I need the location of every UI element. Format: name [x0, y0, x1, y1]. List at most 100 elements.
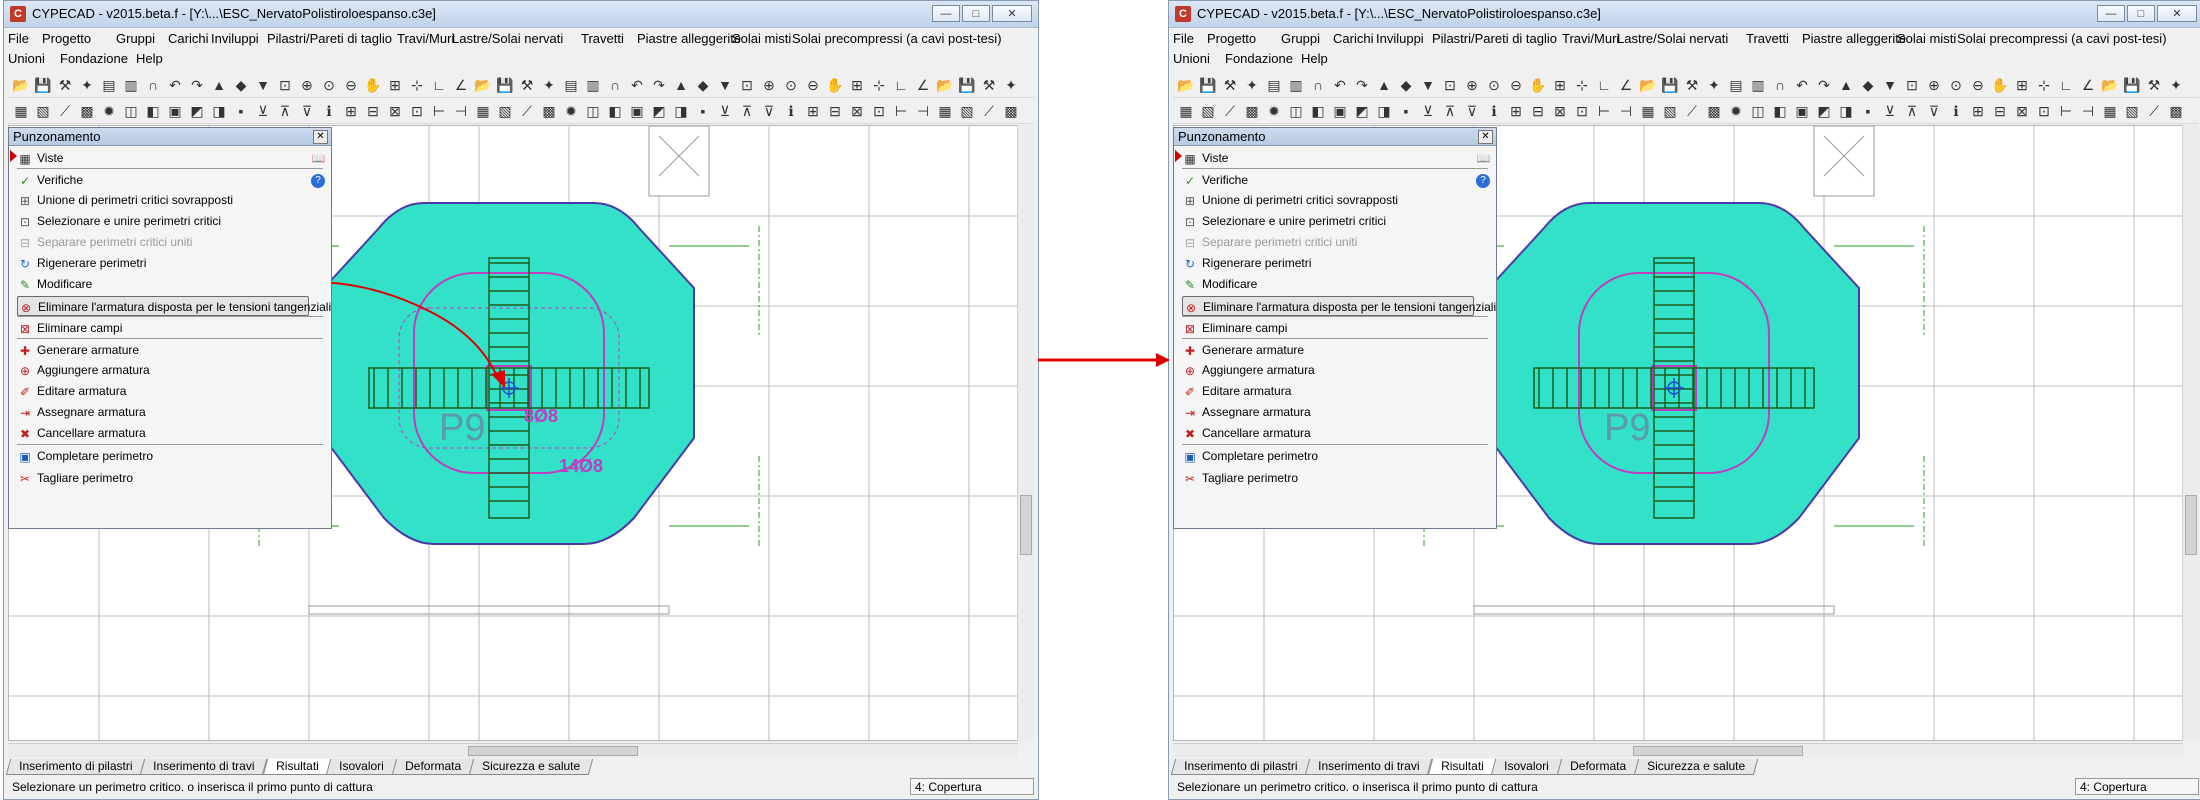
toolbar-1-button-icon[interactable]: ↶	[166, 76, 184, 94]
toolbar-2-button-icon[interactable]: ⊞	[1969, 102, 1987, 120]
toolbar-2-button-icon[interactable]: ⊞	[342, 102, 360, 120]
toolbar-2-button-icon[interactable]: ⊼	[1903, 102, 1921, 120]
tab-2[interactable]: Risultati	[262, 759, 332, 775]
toolbar-2-button-icon[interactable]: ⟋	[980, 102, 998, 120]
panel-item-3[interactable]: ⊡ Selezionare e unire perimetri critici	[17, 211, 317, 231]
toolbar-1-button-icon[interactable]: ▲	[1375, 76, 1393, 94]
minimize-button[interactable]: —	[932, 5, 960, 22]
toolbar-1-button-icon[interactable]: ✦	[540, 76, 558, 94]
panel-item-4[interactable]: ⊟ Separare perimetri critici uniti	[1182, 232, 1482, 252]
panel-item-8[interactable]: ⊠ Eliminare campi	[17, 318, 317, 338]
toolbar-2-button-icon[interactable]: ⟋	[1683, 102, 1701, 120]
toolbar-2-button-icon[interactable]: ◫	[1749, 102, 1767, 120]
menu-item-row2-2[interactable]: Help	[136, 51, 163, 66]
menu-item-row2-1[interactable]: Fondazione	[1225, 51, 1293, 66]
menu-item-11[interactable]: Solai precompressi (a cavi post-tesi)	[792, 31, 1002, 46]
toolbar-1-button-icon[interactable]: ▼	[1881, 76, 1899, 94]
toolbar-2-button-icon[interactable]: ◩	[188, 102, 206, 120]
toolbar-2-button-icon[interactable]: ▪	[694, 102, 712, 120]
title-bar[interactable]: C CYPECAD - v2015.beta.f - [Y:\...\ESC_N…	[4, 1, 1038, 28]
toolbar-1-button-icon[interactable]: ∩	[1771, 76, 1789, 94]
close-button[interactable]: ✕	[992, 5, 1032, 22]
toolbar-2-button-icon[interactable]: ◫	[122, 102, 140, 120]
tab-3[interactable]: Isovalori	[326, 759, 398, 775]
toolbar-2-button-icon[interactable]: ⊡	[2035, 102, 2053, 120]
toolbar-1-button-icon[interactable]: 📂	[936, 76, 954, 94]
toolbar-1-button-icon[interactable]: ⚒	[518, 76, 536, 94]
horizontal-scrollbar[interactable]	[8, 743, 1018, 758]
toolbar-1-button-icon[interactable]: ⚒	[2145, 76, 2163, 94]
toolbar-1-button-icon[interactable]: ⊞	[1551, 76, 1569, 94]
toolbar-1-button-icon[interactable]: ⊕	[760, 76, 778, 94]
toolbar-2-button-icon[interactable]: ⟋	[2145, 102, 2163, 120]
toolbar-2-button-icon[interactable]: ▦	[1177, 102, 1195, 120]
toolbar-1-button-icon[interactable]: ▼	[716, 76, 734, 94]
status-group[interactable]: 4: Copertura	[2075, 778, 2199, 795]
toolbar-2-button-icon[interactable]: ▦	[12, 102, 30, 120]
toolbar-1-button-icon[interactable]: ↷	[650, 76, 668, 94]
panel-item-15[interactable]: ✂ Tagliare perimetro	[1182, 468, 1482, 488]
toolbar-1-button-icon[interactable]: 💾	[1661, 76, 1679, 94]
toolbar-1-button-icon[interactable]: ▼	[1419, 76, 1437, 94]
menu-item-0[interactable]: File	[1173, 31, 1194, 46]
toolbar-2-button-icon[interactable]: ▩	[540, 102, 558, 120]
minimize-button[interactable]: —	[2097, 5, 2125, 22]
toolbar-1-button-icon[interactable]: ⊡	[738, 76, 756, 94]
toolbar-2-button-icon[interactable]: ℹ	[1485, 102, 1503, 120]
toolbar-2-button-icon[interactable]: ◨	[210, 102, 228, 120]
toolbar-1-button-icon[interactable]: 💾	[958, 76, 976, 94]
toolbar-2-button-icon[interactable]: ⊽	[1925, 102, 1943, 120]
toolbar-2-button-icon[interactable]: ✹	[562, 102, 580, 120]
toolbar-1-button-icon[interactable]: ▥	[1287, 76, 1305, 94]
toolbar-2-button-icon[interactable]: ▧	[496, 102, 514, 120]
horizontal-scrollbar[interactable]	[1173, 743, 2183, 758]
toolbar-1-button-icon[interactable]: 📂	[2101, 76, 2119, 94]
toolbar-1-button-icon[interactable]: ✦	[1705, 76, 1723, 94]
toolbar-1-button-icon[interactable]: ⚒	[1221, 76, 1239, 94]
toolbar-1-button-icon[interactable]: ✋	[826, 76, 844, 94]
toolbar-1-button-icon[interactable]: ↷	[1815, 76, 1833, 94]
toolbar-2-button-icon[interactable]: ▪	[1859, 102, 1877, 120]
menu-item-row2-0[interactable]: Unioni	[1173, 51, 1210, 66]
menu-item-7[interactable]: Lastre/Solai nervati	[452, 31, 563, 46]
menu-item-3[interactable]: Carichi	[168, 31, 208, 46]
menu-item-8[interactable]: Travetti	[581, 31, 624, 46]
vertical-scroll-thumb[interactable]	[1020, 495, 1032, 555]
toolbar-1-button-icon[interactable]: ∟	[892, 76, 910, 94]
toolbar-1-button-icon[interactable]: ∟	[1595, 76, 1613, 94]
toolbar-2-button-icon[interactable]: ✹	[1265, 102, 1283, 120]
toolbar-1-button-icon[interactable]: ▤	[1727, 76, 1745, 94]
toolbar-2-button-icon[interactable]: ⟋	[518, 102, 536, 120]
toolbar-1-button-icon[interactable]: ⊙	[1947, 76, 1965, 94]
toolbar-2-button-icon[interactable]: ⊟	[826, 102, 844, 120]
panel-item-13[interactable]: ✖ Cancellare armatura	[1182, 423, 1482, 443]
toolbar-2-button-icon[interactable]: ⊠	[848, 102, 866, 120]
panel-item-14[interactable]: ▣ Completare perimetro	[17, 446, 317, 466]
tab-0[interactable]: Inserimento di pilastri	[1170, 759, 1311, 775]
toolbar-1-button-icon[interactable]: ⚒	[980, 76, 998, 94]
toolbar-2-button-icon[interactable]: ⊻	[1881, 102, 1899, 120]
toolbar-1-button-icon[interactable]: ▤	[562, 76, 580, 94]
menu-item-10[interactable]: Solai misti	[732, 31, 791, 46]
title-bar[interactable]: C CYPECAD - v2015.beta.f - [Y:\...\ESC_N…	[1169, 1, 2200, 28]
panel-item-10[interactable]: ⊕ Aggiungere armatura	[1182, 360, 1482, 380]
menu-item-3[interactable]: Carichi	[1333, 31, 1373, 46]
toolbar-2-button-icon[interactable]: ⊟	[364, 102, 382, 120]
toolbar-1-button-icon[interactable]: ⊹	[1573, 76, 1591, 94]
toolbar-1-button-icon[interactable]: 💾	[2123, 76, 2141, 94]
toolbar-1-button-icon[interactable]: ∠	[914, 76, 932, 94]
panel-item-7[interactable]: ⊗ Eliminare l'armatura disposta per le te…	[17, 296, 331, 316]
toolbar-1-button-icon[interactable]: ◆	[1397, 76, 1415, 94]
panel-item-6[interactable]: ✎ Modificare	[17, 274, 317, 294]
toolbar-1-button-icon[interactable]: ⚒	[1683, 76, 1701, 94]
toolbar-1-button-icon[interactable]: ⊞	[386, 76, 404, 94]
maximize-button[interactable]: □	[962, 5, 990, 22]
toolbar-1-button-icon[interactable]: ▤	[1265, 76, 1283, 94]
toolbar-2-button-icon[interactable]: ▪	[1397, 102, 1415, 120]
toolbar-2-button-icon[interactable]: ⊠	[2013, 102, 2031, 120]
toolbar-1-button-icon[interactable]: ✦	[78, 76, 96, 94]
toolbar-2-button-icon[interactable]: ◩	[650, 102, 668, 120]
vertical-scrollbar[interactable]	[2182, 125, 2199, 741]
panel-item-11[interactable]: ✐ Editare armatura	[17, 381, 317, 401]
toolbar-2-button-icon[interactable]: ⊽	[298, 102, 316, 120]
